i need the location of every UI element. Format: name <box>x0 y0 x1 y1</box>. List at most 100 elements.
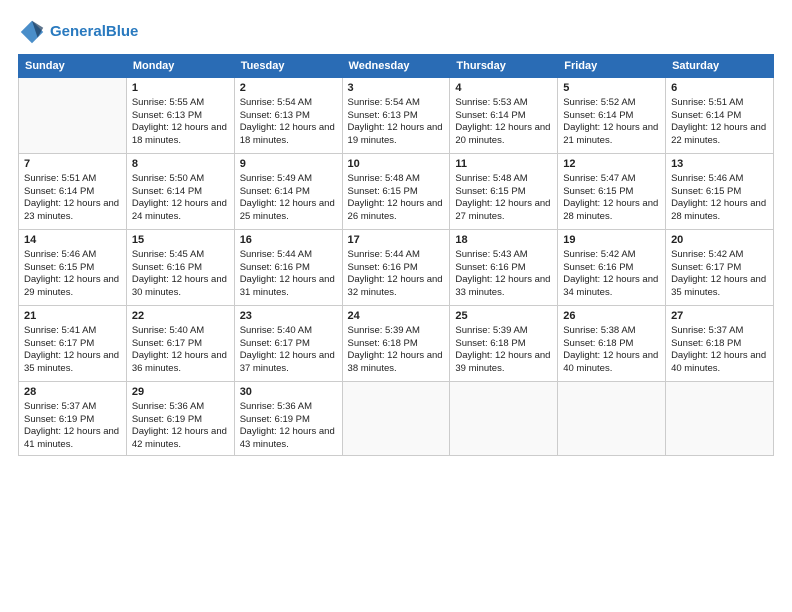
calendar-cell <box>450 382 558 456</box>
calendar-week-5: 28Sunrise: 5:37 AM Sunset: 6:19 PM Dayligh… <box>19 382 774 456</box>
header-day-thursday: Thursday <box>450 55 558 78</box>
logo-icon <box>18 18 46 46</box>
sunrise-text: Sunrise: 5:42 AM <box>671 249 743 260</box>
daylight-text: Daylight: 12 hours and 18 minutes. <box>240 122 335 146</box>
calendar-week-1: 1Sunrise: 5:55 AMSunset: 6:13 PMDaylight… <box>19 78 774 154</box>
day-number: 23 <box>240 309 337 324</box>
daylight-text: Daylight: 12 hours and 36 minutes. <box>132 350 227 374</box>
calendar-cell <box>342 382 450 456</box>
sunset-text: Sunset: 6:15 PM <box>671 186 741 197</box>
sunset-text: Sunset: 6:17 PM <box>132 338 202 349</box>
sunrise-text: Sunrise: 5:39 AM <box>455 325 527 336</box>
day-number: 11 <box>455 157 552 172</box>
header: GeneralBlue <box>18 18 774 46</box>
calendar-cell: 2Sunrise: 5:54 AM Sunset: 6:13 PMDaylight… <box>234 78 342 154</box>
logo-blue: Blue <box>106 23 139 40</box>
calendar-cell: 10Sunrise: 5:48 AMSunset: 6:15 PMDayligh… <box>342 154 450 230</box>
calendar-cell: 27Sunrise: 5:37 AMSunset: 6:18 PMDayligh… <box>666 306 774 382</box>
calendar-cell: 20Sunrise: 5:42 AMSunset: 6:17 PMDayligh… <box>666 230 774 306</box>
sunrise-text: Sunrise: 5:37 AM <box>24 401 96 412</box>
sunrise-text: Sunrise: 5:40 AM <box>240 325 312 336</box>
calendar-cell: 14Sunrise: 5:46 AMSunset: 6:15 PMDayligh… <box>19 230 127 306</box>
calendar-cell: 19Sunrise: 5:42 AMSunset: 6:16 PMDayligh… <box>558 230 666 306</box>
calendar-cell: 16Sunrise: 5:44 AM Sunset: 6:16 PMDayligh… <box>234 230 342 306</box>
calendar-header: SundayMondayTuesdayWednesdayThursdayFrid… <box>19 55 774 78</box>
daylight-text: Daylight: 12 hours and 40 minutes. <box>671 350 766 374</box>
day-number: 5 <box>563 81 660 96</box>
calendar-cell: 9Sunrise: 5:49 AMSunset: 6:14 PMDaylight… <box>234 154 342 230</box>
sunset-text: Sunset: 6:16 PM <box>240 262 310 273</box>
day-number: 19 <box>563 233 660 248</box>
sunrise-text: Sunrise: 5:50 AM <box>132 173 204 184</box>
daylight-text: Daylight: 12 hours and 22 minutes. <box>671 122 766 146</box>
daylight-text: Daylight: 12 hours and 23 minutes. <box>24 198 119 222</box>
calendar-cell: 25Sunrise: 5:39 AMSunset: 6:18 PMDayligh… <box>450 306 558 382</box>
sunset-text: Sunset: 6:17 PM <box>671 262 741 273</box>
sunset-text: Sunset: 6:14 PM <box>240 186 310 197</box>
day-number: 18 <box>455 233 552 248</box>
daylight-text: Daylight: 12 hours and 27 minutes. <box>455 198 550 222</box>
calendar-cell: 4Sunrise: 5:53 AMSunset: 6:14 PMDaylight… <box>450 78 558 154</box>
daylight-text: Daylight: 12 hours and 29 minutes. <box>24 274 119 298</box>
daylight-text: Daylight: 12 hours and 21 minutes. <box>563 122 658 146</box>
calendar-cell: 3Sunrise: 5:54 AMSunset: 6:13 PMDaylight… <box>342 78 450 154</box>
day-number: 2 <box>240 81 337 96</box>
daylight-text: Daylight: 12 hours and 42 minutes. <box>132 426 227 450</box>
sunset-text: Sunset: 6:16 PM <box>563 262 633 273</box>
header-day-friday: Friday <box>558 55 666 78</box>
calendar-week-3: 14Sunrise: 5:46 AMSunset: 6:15 PMDayligh… <box>19 230 774 306</box>
sunset-text: Sunset: 6:14 PM <box>24 186 94 197</box>
sunrise-text: Sunrise: 5:46 AM <box>671 173 743 184</box>
sunset-text: Sunset: 6:18 PM <box>563 338 633 349</box>
day-number: 1 <box>132 81 229 96</box>
sunset-text: Sunset: 6:16 PM <box>455 262 525 273</box>
header-day-tuesday: Tuesday <box>234 55 342 78</box>
calendar-cell: 17Sunrise: 5:44 AMSunset: 6:16 PMDayligh… <box>342 230 450 306</box>
sunset-text: Sunset: 6:13 PM <box>348 110 418 121</box>
sunset-text: Sunset: 6:14 PM <box>455 110 525 121</box>
sunrise-text: Sunrise: 5:36 AM <box>240 401 312 412</box>
sunrise-text: Sunrise: 5:37 AM <box>671 325 743 336</box>
sunset-text: Sunset: 6:16 PM <box>348 262 418 273</box>
sunset-text: Sunset: 6:14 PM <box>563 110 633 121</box>
day-number: 26 <box>563 309 660 324</box>
sunrise-text: Sunrise: 5:36 AM <box>132 401 204 412</box>
sunrise-text: Sunrise: 5:51 AM <box>24 173 96 184</box>
sunrise-text: Sunrise: 5:48 AM <box>455 173 527 184</box>
day-number: 17 <box>348 233 445 248</box>
sunrise-text: Sunrise: 5:54 AM <box>240 97 312 108</box>
daylight-text: Daylight: 12 hours and 34 minutes. <box>563 274 658 298</box>
sunset-text: Sunset: 6:18 PM <box>455 338 525 349</box>
day-number: 13 <box>671 157 768 172</box>
calendar-cell <box>666 382 774 456</box>
day-number: 16 <box>240 233 337 248</box>
daylight-text: Daylight: 12 hours and 37 minutes. <box>240 350 335 374</box>
sunrise-text: Sunrise: 5:54 AM <box>348 97 420 108</box>
calendar-cell: 23Sunrise: 5:40 AMSunset: 6:17 PMDayligh… <box>234 306 342 382</box>
sunrise-text: Sunrise: 5:39 AM <box>348 325 420 336</box>
daylight-text: Daylight: 12 hours and 30 minutes. <box>132 274 227 298</box>
sunrise-text: Sunrise: 5:44 AM <box>348 249 420 260</box>
sunrise-text: Sunrise: 5:47 AM <box>563 173 635 184</box>
sunset-text: Sunset: 6:15 PM <box>563 186 633 197</box>
sunrise-text: Sunrise: 5:46 AM <box>24 249 96 260</box>
sunrise-text: Sunrise: 5:44 AM <box>240 249 312 260</box>
calendar-cell: 15Sunrise: 5:45 AMSunset: 6:16 PMDayligh… <box>126 230 234 306</box>
daylight-text: Daylight: 12 hours and 28 minutes. <box>671 198 766 222</box>
sunset-text: Sunset: 6:13 PM <box>240 110 310 121</box>
day-number: 15 <box>132 233 229 248</box>
calendar-body: 1Sunrise: 5:55 AMSunset: 6:13 PMDaylight… <box>19 78 774 456</box>
sunrise-text: Sunrise: 5:55 AM <box>132 97 204 108</box>
calendar-cell: 21Sunrise: 5:41 AMSunset: 6:17 PMDayligh… <box>19 306 127 382</box>
day-number: 9 <box>240 157 337 172</box>
header-day-wednesday: Wednesday <box>342 55 450 78</box>
day-number: 29 <box>132 385 229 400</box>
day-number: 28 <box>24 385 121 400</box>
daylight-text: Daylight: 12 hours and 31 minutes. <box>240 274 335 298</box>
daylight-text: Daylight: 12 hours and 19 minutes. <box>348 122 443 146</box>
calendar-cell: 12Sunrise: 5:47 AMSunset: 6:15 PMDayligh… <box>558 154 666 230</box>
daylight-text: Daylight: 12 hours and 18 minutes. <box>132 122 227 146</box>
sunset-text: Sunset: 6:19 PM <box>240 414 310 425</box>
daylight-text: Daylight: 12 hours and 24 minutes. <box>132 198 227 222</box>
calendar-cell: 6Sunrise: 5:51 AMSunset: 6:14 PMDaylight… <box>666 78 774 154</box>
